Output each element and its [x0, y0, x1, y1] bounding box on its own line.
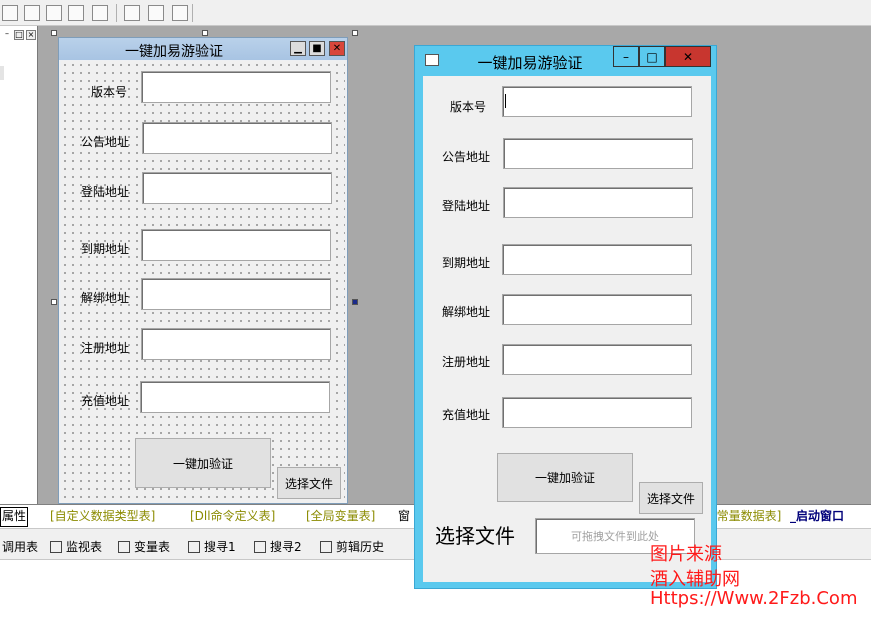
window-controls: – □ ✕	[613, 46, 717, 68]
tab-properties[interactable]: 属性	[0, 507, 28, 527]
bottom-item-variables[interactable]: 变量表	[118, 538, 170, 555]
expire-url-input[interactable]	[502, 244, 692, 275]
minimize-icon: ▁	[290, 41, 306, 56]
height-icon[interactable]	[148, 5, 164, 21]
label-login-url: 登陆地址	[80, 185, 129, 199]
space-horizontal-icon[interactable]	[68, 5, 84, 21]
label-login-url: 登陆地址	[441, 199, 490, 213]
close-button[interactable]: ✕	[665, 46, 711, 67]
design-field-unbind-url[interactable]	[141, 278, 331, 310]
verify-button[interactable]: 一键加验证	[497, 453, 633, 502]
align-top-icon[interactable]	[2, 5, 18, 21]
design-field-recharge-url[interactable]	[140, 381, 330, 413]
version-input[interactable]	[502, 86, 692, 117]
space-vertical-icon[interactable]	[92, 5, 108, 21]
left-panel: – □ ×	[0, 26, 38, 504]
label-notice-url: 公告地址	[441, 150, 490, 164]
close-icon: ✕	[329, 41, 345, 56]
choose-file-button[interactable]: 选择文件	[639, 482, 703, 514]
tab-window[interactable]: 窗	[398, 507, 410, 525]
tab-dll-commands[interactable]: [Dll命令定义表]	[190, 507, 275, 525]
search-1-icon	[188, 541, 200, 553]
design-form-grid: 版本号 公告地址 登陆地址 到期地址 解绑地址 注册地址 充值地址 一键加验证 …	[61, 61, 345, 503]
search-2-icon	[254, 541, 266, 553]
design-verify-button[interactable]: 一键加验证	[135, 438, 271, 488]
maximize-button[interactable]: □	[639, 46, 665, 67]
resize-handle[interactable]	[352, 30, 358, 36]
label-expire-url: 到期地址	[80, 242, 129, 256]
align-center-icon[interactable]	[24, 5, 40, 21]
label-register-url: 注册地址	[80, 341, 129, 355]
label-version: 版本号	[90, 85, 127, 99]
runtime-client-area: 版本号 公告地址 登陆地址 到期地址 解绑地址 注册地址 充值地址 一键加验证 …	[423, 76, 711, 582]
recharge-url-input[interactable]	[502, 397, 692, 428]
tab-startup-window[interactable]: _启动窗口	[790, 507, 844, 525]
tree-selection	[0, 66, 4, 80]
resize-handle[interactable]	[51, 30, 57, 36]
design-choose-file-button[interactable]: 选择文件	[277, 467, 341, 499]
design-form-title: 一键加易游验证	[125, 44, 223, 60]
notice-url-input[interactable]	[503, 138, 693, 169]
resize-handle[interactable]	[202, 30, 208, 36]
label-unbind-url: 解绑地址	[441, 305, 490, 319]
label-recharge-url: 充值地址	[441, 408, 490, 422]
tab-global-variables[interactable]: [全局变量表]	[306, 507, 375, 525]
minimize-button[interactable]: –	[613, 46, 639, 67]
login-url-input[interactable]	[503, 187, 693, 218]
app-icon	[425, 54, 439, 66]
watermark-line3: Https://Www.2Fzb.Com	[650, 588, 858, 609]
choose-file-label: 选择文件	[435, 524, 515, 548]
tab-custom-types[interactable]: [自定义数据类型表]	[50, 507, 155, 525]
panel-restore-button[interactable]: □	[14, 30, 24, 40]
magnifier-icon	[50, 541, 62, 553]
panel-close-button[interactable]: ×	[26, 30, 36, 40]
bottom-item-clip-history[interactable]: 剪辑历史	[320, 538, 384, 555]
design-form-titlebar[interactable]: 一键加易游验证 ▁ ■ ✕	[59, 38, 347, 60]
design-field-expire-url[interactable]	[141, 229, 331, 261]
label-expire-url: 到期地址	[441, 256, 490, 270]
variables-icon	[118, 541, 130, 553]
clipboard-icon	[320, 541, 332, 553]
label-unbind-url: 解绑地址	[80, 291, 129, 305]
design-field-register-url[interactable]	[141, 328, 331, 360]
toolbar-separator	[116, 4, 117, 22]
bottom-item-call-table[interactable]: 调用表	[2, 538, 38, 555]
design-field-notice-url[interactable]	[142, 122, 332, 154]
watermark-line1: 图片来源	[650, 544, 722, 565]
design-field-version[interactable]	[141, 71, 331, 103]
design-form[interactable]: 一键加易游验证 ▁ ■ ✕ 版本号 公告地址 登陆地址 到期地址 解绑地址 注册…	[58, 37, 348, 504]
panel-minimize-button[interactable]: –	[2, 30, 12, 40]
bottom-item-search1[interactable]: 搜寻1	[188, 538, 236, 555]
unbind-url-input[interactable]	[502, 294, 692, 325]
width-icon[interactable]	[124, 5, 140, 21]
toolbar-separator	[192, 4, 193, 22]
label-register-url: 注册地址	[441, 355, 490, 369]
bottom-item-search2[interactable]: 搜寻2	[254, 538, 302, 555]
align-bottom-icon[interactable]	[46, 5, 62, 21]
center-icon[interactable]	[172, 5, 188, 21]
toolbar	[0, 0, 871, 26]
design-field-login-url[interactable]	[142, 172, 332, 204]
maximize-icon: ■	[309, 41, 325, 56]
runtime-titlebar[interactable]: 一键加易游验证 – □ ✕	[415, 46, 716, 76]
bottom-item-watch[interactable]: 监视表	[50, 538, 102, 555]
label-recharge-url: 充值地址	[80, 394, 129, 408]
resize-handle[interactable]	[51, 299, 57, 305]
tab-constants[interactable]: [常量数据表]	[712, 507, 781, 525]
register-url-input[interactable]	[502, 344, 692, 375]
resize-handle[interactable]	[352, 299, 358, 305]
label-notice-url: 公告地址	[80, 135, 129, 149]
runtime-window[interactable]: 一键加易游验证 – □ ✕ 版本号 公告地址 登陆地址 到期地址 解绑地址 注册…	[414, 45, 717, 589]
label-version: 版本号	[449, 100, 486, 114]
runtime-title: 一键加易游验证	[477, 54, 583, 72]
text-caret	[505, 94, 506, 108]
